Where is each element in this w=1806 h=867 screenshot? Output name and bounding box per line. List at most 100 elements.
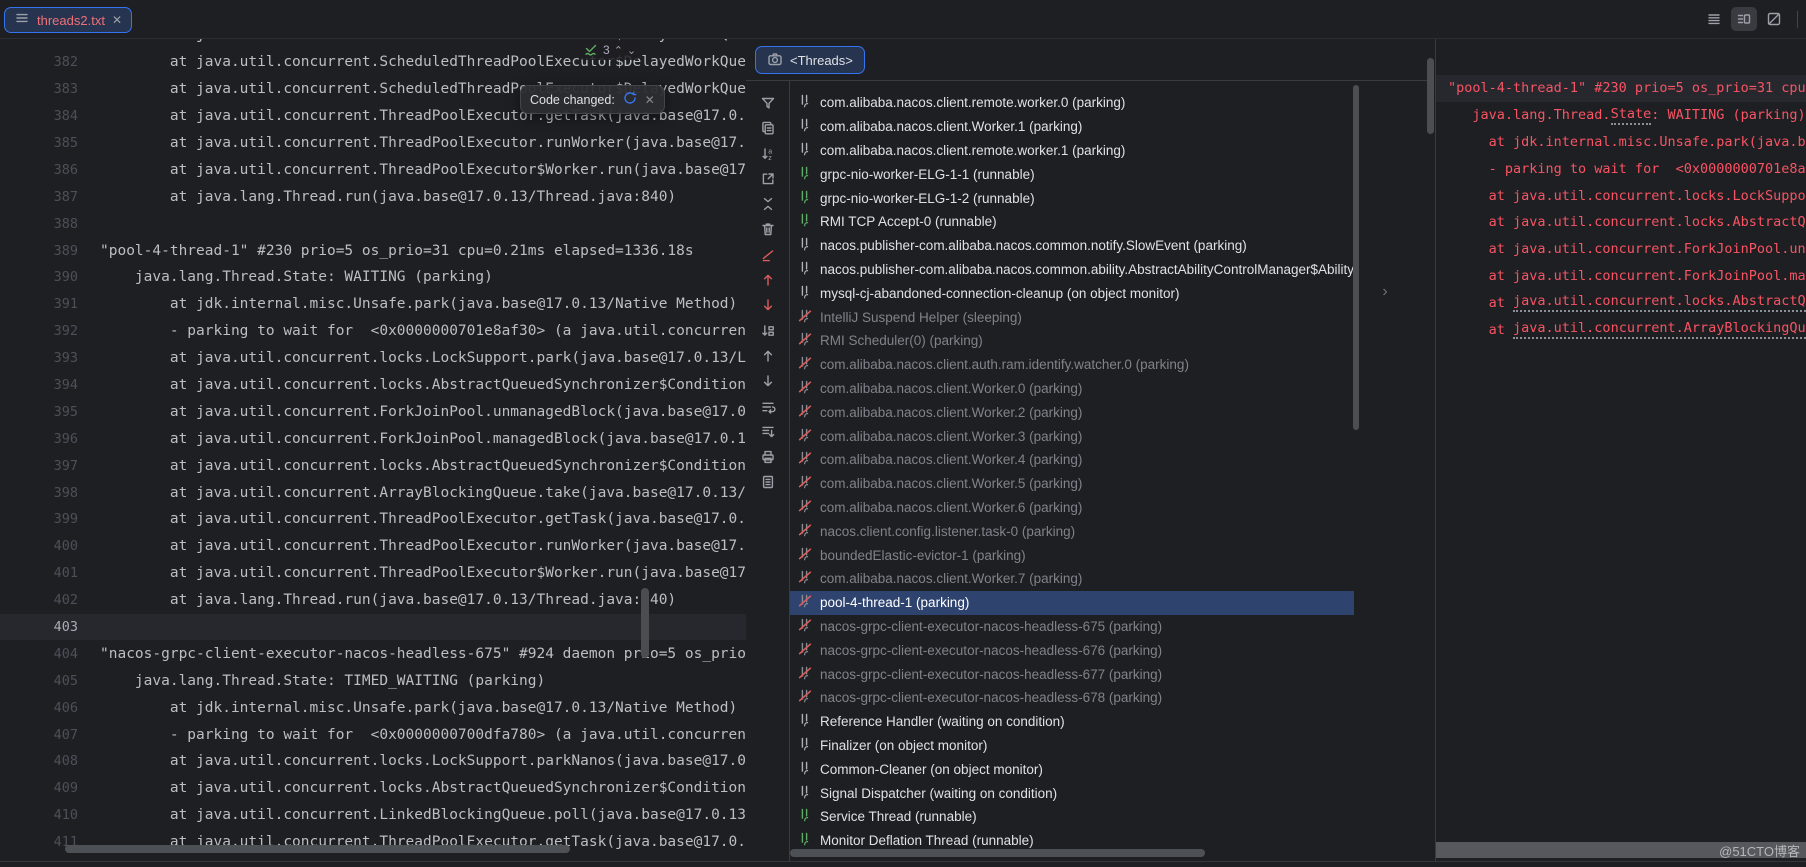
thread-row[interactable]: nacos-grpc-client-executor-nacos-headles… — [790, 615, 1354, 639]
move-up-button[interactable] — [760, 348, 776, 364]
thread-row[interactable]: com.alibaba.nacos.client.Worker.5 (parki… — [790, 472, 1354, 496]
stack-vertical-scrollbar[interactable] — [1427, 58, 1434, 134]
thread-row[interactable]: com.alibaba.nacos.client.Worker.2 (parki… — [790, 400, 1354, 424]
scroll-to-end-button[interactable] — [760, 424, 776, 440]
line-number[interactable]: 383 — [0, 81, 88, 97]
tab-close-icon[interactable]: ✕ — [112, 14, 122, 26]
thread-row[interactable]: RMI Scheduler(0) (parking) — [790, 329, 1354, 353]
line-number[interactable]: 410 — [0, 807, 88, 823]
thread-row[interactable]: com.alibaba.nacos.client.Worker.4 (parki… — [790, 448, 1354, 472]
line-number[interactable]: 402 — [0, 592, 88, 608]
thread-row[interactable]: Finalizer (on object monitor) — [790, 734, 1354, 758]
line-number[interactable]: 385 — [0, 135, 88, 151]
line-number[interactable]: 394 — [0, 377, 88, 393]
line-number[interactable]: 392 — [0, 323, 88, 339]
thread-row[interactable]: com.alibaba.nacos.client.Worker.0 (parki… — [790, 377, 1354, 401]
code-line: 400 at java.util.concurrent.ThreadPoolEx… — [0, 533, 746, 560]
next-problem-icon[interactable]: ⌄ — [627, 44, 636, 57]
editor-horizontal-scrollbar[interactable] — [65, 845, 570, 853]
line-number[interactable]: 391 — [0, 296, 88, 312]
thread-list-horizontal-scrollbar[interactable] — [790, 849, 1205, 857]
layout-settings-icon[interactable] — [1731, 7, 1757, 31]
line-number[interactable]: 403 — [0, 619, 88, 635]
line-number[interactable]: 384 — [0, 108, 88, 124]
thread-row[interactable]: com.alibaba.nacos.client.Worker.3 (parki… — [790, 424, 1354, 448]
line-number[interactable]: 399 — [0, 511, 88, 527]
line-number[interactable]: 393 — [0, 350, 88, 366]
threads-tab[interactable]: <Threads> — [755, 46, 865, 74]
copy-stacktrace-button[interactable] — [760, 120, 776, 136]
line-number[interactable]: 404 — [0, 646, 88, 662]
collapse-all-button[interactable] — [760, 196, 776, 212]
line-number[interactable]: 400 — [0, 538, 88, 554]
line-number[interactable]: 409 — [0, 780, 88, 796]
thread-row[interactable]: Reference Handler (waiting on condition) — [790, 710, 1354, 734]
thread-row[interactable]: nacos-grpc-client-executor-nacos-headles… — [790, 638, 1354, 662]
previous-marked-button[interactable] — [760, 272, 776, 288]
bottom-edge — [0, 861, 1806, 867]
sort-by-blocks-button[interactable] — [760, 323, 776, 339]
thread-row[interactable]: Service Thread (runnable) — [790, 805, 1354, 829]
thread-row[interactable]: RMI TCP Accept-0 (runnable) — [790, 210, 1354, 234]
thread-row[interactable]: com.alibaba.nacos.client.auth.ram.identi… — [790, 353, 1354, 377]
thread-row[interactable]: com.alibaba.nacos.client.Worker.7 (parki… — [790, 567, 1354, 591]
thread-row[interactable]: nacos-grpc-client-executor-nacos-headles… — [790, 662, 1354, 686]
stack-filter-button[interactable] — [760, 247, 776, 263]
thread-row[interactable]: com.alibaba.nacos.client.Worker.1 (parki… — [790, 115, 1354, 139]
editor-vertical-scrollbar[interactable] — [641, 588, 649, 658]
sort-alphabetically-button[interactable]: az — [760, 146, 776, 162]
thread-row[interactable]: nacos-grpc-client-executor-nacos-headles… — [790, 686, 1354, 710]
editor-tab-threads2[interactable]: threads2.txt ✕ — [4, 7, 132, 33]
thread-slashed-icon — [797, 522, 813, 541]
menu-lines-icon[interactable] — [1701, 7, 1727, 31]
thread-list-vertical-scrollbar[interactable] — [1353, 85, 1359, 430]
line-number[interactable]: 401 — [0, 565, 88, 581]
previous-problem-icon[interactable]: ⌃ — [614, 44, 623, 57]
hide-preview-icon[interactable] — [1761, 7, 1787, 31]
thread-row[interactable]: grpc-nio-worker-ELG-1-2 (runnable) — [790, 186, 1354, 210]
line-number[interactable]: 398 — [0, 485, 88, 501]
thread-row[interactable]: nacos.client.config.listener.task-0 (par… — [790, 519, 1354, 543]
line-number[interactable]: 396 — [0, 431, 88, 447]
line-number[interactable]: 386 — [0, 162, 88, 178]
inspection-widget[interactable]: 3 ⌃ ⌄ — [579, 40, 640, 60]
thread-row[interactable]: Signal Dispatcher (waiting on condition) — [790, 781, 1354, 805]
line-number[interactable]: 405 — [0, 673, 88, 689]
line-number[interactable]: 395 — [0, 404, 88, 420]
thread-row[interactable]: IntelliJ Suspend Helper (sleeping) — [790, 305, 1354, 329]
rerun-analysis-icon[interactable] — [622, 90, 638, 109]
thread-row[interactable]: com.alibaba.nacos.client.remote.worker.0… — [790, 91, 1354, 115]
thread-row[interactable]: mysql-cj-abandoned-connection-cleanup (o… — [790, 281, 1354, 305]
line-number[interactable]: 408 — [0, 753, 88, 769]
preview-button[interactable] — [760, 474, 776, 490]
thread-row[interactable]: boundedElastic-evictor-1 (parking) — [790, 543, 1354, 567]
delete-button[interactable] — [760, 221, 776, 237]
filter-button[interactable] — [760, 95, 776, 111]
line-number[interactable]: 388 — [0, 216, 88, 232]
line-number[interactable]: 390 — [0, 269, 88, 285]
line-number[interactable]: 382 — [0, 54, 88, 70]
open-in-editor-button[interactable] — [760, 171, 776, 187]
tab-menu-icon[interactable] — [14, 10, 30, 31]
thread-row[interactable]: com.alibaba.nacos.client.Worker.6 (parki… — [790, 496, 1354, 520]
popup-close-icon[interactable]: ✕ — [645, 93, 655, 107]
line-number[interactable]: 407 — [0, 727, 88, 743]
thread-row[interactable]: Common-Cleaner (on object monitor) — [790, 757, 1354, 781]
thread-row[interactable]: nacos.publisher-com.alibaba.nacos.common… — [790, 258, 1354, 282]
next-marked-button[interactable] — [760, 297, 776, 313]
stack-trace-panel[interactable]: "pool-4-thread-1" #230 prio=5 os_prio=31… — [1435, 38, 1806, 867]
thread-row[interactable]: nacos.publisher-com.alibaba.nacos.common… — [790, 234, 1354, 258]
thread-row[interactable]: grpc-nio-worker-ELG-1-1 (runnable) — [790, 162, 1354, 186]
move-down-button[interactable] — [760, 373, 776, 389]
thread-row[interactable]: com.alibaba.nacos.client.remote.worker.1… — [790, 139, 1354, 163]
line-number[interactable]: 406 — [0, 700, 88, 716]
print-button[interactable] — [760, 449, 776, 465]
soft-wrap-button[interactable] — [760, 399, 776, 415]
thread-row[interactable]: pool-4-thread-1 (parking) — [790, 591, 1354, 615]
line-number[interactable]: 387 — [0, 189, 88, 205]
editor-pane[interactable]: 381 at java.util.concurrent.ScheduledThr… — [0, 38, 747, 867]
expand-panel-chevron-icon[interactable]: › — [1376, 283, 1394, 301]
line-number[interactable]: 389 — [0, 243, 88, 259]
thread-list[interactable]: com.alibaba.nacos.client.remote.worker.0… — [790, 91, 1354, 867]
line-number[interactable]: 397 — [0, 458, 88, 474]
